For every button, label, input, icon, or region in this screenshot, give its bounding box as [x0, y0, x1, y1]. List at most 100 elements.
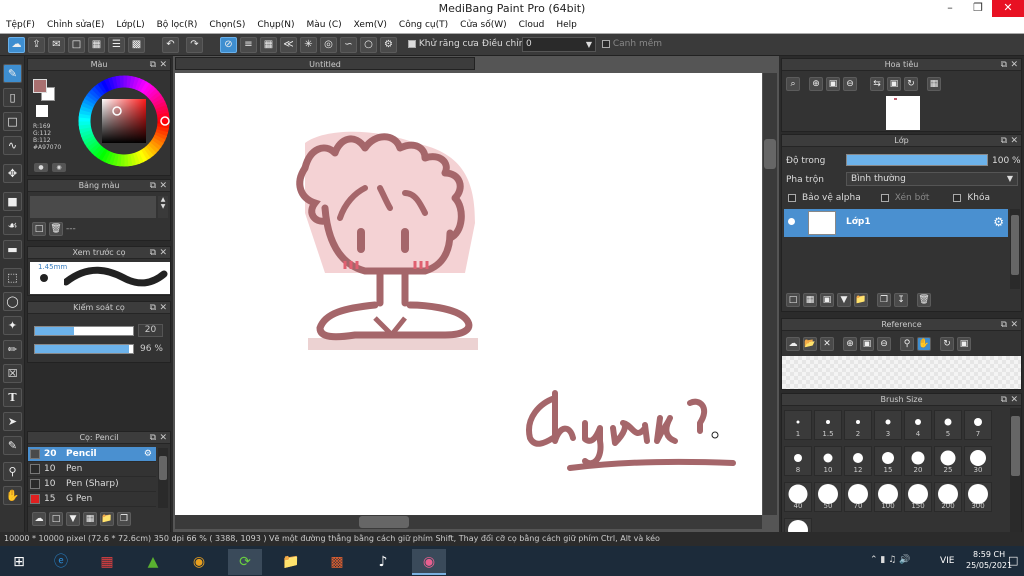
- brush-size-cell[interactable]: 10: [814, 446, 842, 476]
- scroll-thumb[interactable]: [1011, 215, 1019, 275]
- brush-size-cell[interactable]: 30: [964, 446, 992, 476]
- duplicate-icon[interactable]: ❐: [117, 512, 131, 526]
- zoom-out-icon[interactable]: ⊖: [877, 337, 891, 351]
- menu-snap[interactable]: Chụp(N): [251, 20, 300, 30]
- cloud-icon[interactable]: ☁: [786, 337, 800, 351]
- brush-size-cell[interactable]: 1: [784, 410, 812, 440]
- select-pen-tool-icon[interactable]: ✏: [3, 340, 22, 359]
- opacity-slider[interactable]: [34, 344, 134, 354]
- hand-icon[interactable]: ✋: [917, 337, 931, 351]
- new-brush-icon[interactable]: □: [49, 512, 63, 526]
- reference-area[interactable]: [782, 356, 1021, 389]
- brush-item-pen-sharp[interactable]: 10 Pen (Sharp): [28, 477, 156, 492]
- menu-select[interactable]: Chọn(S): [203, 20, 251, 30]
- brush-size-cell[interactable]: 70: [844, 482, 872, 512]
- undock-icon[interactable]: ⧉: [150, 59, 156, 71]
- brush-item-pencil[interactable]: 20 Pencil ⚙: [28, 447, 156, 462]
- lasso-tool-icon[interactable]: ◯: [3, 292, 22, 311]
- clipping-checkbox[interactable]: [880, 194, 889, 202]
- rotate-icon[interactable]: ↻: [940, 337, 954, 351]
- brush-copy-icon[interactable]: ▦: [83, 512, 97, 526]
- tray-icons[interactable]: ⌃ ▮ ♫ 🔊: [870, 555, 910, 565]
- fullscreen-icon[interactable]: ▣: [957, 337, 971, 351]
- gradient-tool-icon[interactable]: ▬: [3, 240, 22, 259]
- new-layer-icon[interactable]: □: [786, 293, 800, 307]
- brush-size-cell[interactable]: 25: [934, 446, 962, 476]
- palette-mode-icon[interactable]: ◉: [52, 163, 66, 172]
- menu-tools[interactable]: Công cụ(T): [393, 20, 454, 30]
- brush-tool-icon[interactable]: ✎: [3, 64, 22, 83]
- snap-off-icon[interactable]: ⊘: [220, 37, 237, 53]
- trash-icon[interactable]: 🗑: [49, 222, 63, 236]
- menu-help[interactable]: Help: [550, 20, 583, 30]
- folder-icon[interactable]: 📁: [854, 293, 868, 307]
- menu-view[interactable]: Xem(V): [348, 20, 393, 30]
- language-indicator[interactable]: VIE: [940, 556, 955, 566]
- nav-settings-icon[interactable]: ▦: [927, 77, 941, 91]
- brush-menu-icon[interactable]: ▼: [66, 512, 80, 526]
- brush-size-cell[interactable]: 8: [784, 446, 812, 476]
- menu-window[interactable]: Cửa số(W): [454, 20, 512, 30]
- canvas-horizontal-scrollbar[interactable]: [175, 515, 762, 529]
- vanish-snap-icon[interactable]: ≪: [280, 37, 297, 53]
- add-layer-menu-icon[interactable]: ▼: [837, 293, 851, 307]
- cloud-brush-icon[interactable]: ☁: [32, 512, 46, 526]
- undock-icon[interactable]: ⧉: [1001, 394, 1007, 406]
- brush-size-cell[interactable]: 2: [844, 410, 872, 440]
- curve-snap-icon[interactable]: ∽: [340, 37, 357, 53]
- close-icon[interactable]: ✕: [159, 59, 167, 71]
- restore-button[interactable]: ❐: [964, 0, 992, 17]
- zoom-actual-icon[interactable]: ▣: [826, 77, 840, 91]
- color-wheel[interactable]: [78, 75, 170, 167]
- brush-item-g-pen[interactable]: 15 G Pen: [28, 492, 156, 507]
- size-slider[interactable]: [34, 326, 134, 336]
- undock-icon[interactable]: ⧉: [150, 180, 156, 192]
- open-folder-icon[interactable]: 📂: [803, 337, 817, 351]
- brush-size-cell[interactable]: 100: [874, 482, 902, 512]
- brush-size-scrollbar[interactable]: [1010, 408, 1021, 532]
- ellipse-snap-icon[interactable]: ○: [360, 37, 377, 53]
- eyedropper-icon[interactable]: ⚲: [900, 337, 914, 351]
- layer-opacity-slider[interactable]: [846, 154, 988, 166]
- canvas-vertical-scrollbar[interactable]: [763, 73, 777, 515]
- flip-icon[interactable]: ⇆: [870, 77, 884, 91]
- transparent-swatch[interactable]: [36, 105, 48, 117]
- new-halftone-layer-icon[interactable]: ▦: [803, 293, 817, 307]
- hue-segment[interactable]: [78, 120, 91, 126]
- zoom-in-icon[interactable]: ⊕: [809, 77, 823, 91]
- merge-layer-icon[interactable]: ↧: [894, 293, 908, 307]
- brush-size-cell[interactable]: 7: [964, 410, 992, 440]
- close-reference-icon[interactable]: ✕: [820, 337, 834, 351]
- fit-window-icon[interactable]: ▣: [887, 77, 901, 91]
- document-icon[interactable]: □: [68, 37, 85, 53]
- scroll-thumb[interactable]: [1011, 416, 1020, 476]
- rotate-icon[interactable]: ↻: [904, 77, 918, 91]
- lock-checkbox[interactable]: [953, 194, 962, 202]
- internet-explorer-icon[interactable]: ⓔ: [44, 549, 78, 575]
- brush-size-cell[interactable]: 4: [904, 410, 932, 440]
- shape-tool-icon[interactable]: □: [3, 112, 22, 131]
- menu-layer[interactable]: Lớp(L): [110, 20, 150, 30]
- eyedropper-tool-icon[interactable]: ⚲: [3, 462, 22, 481]
- scroll-thumb[interactable]: [159, 456, 167, 480]
- hand-tool-icon[interactable]: ✋: [3, 486, 22, 505]
- grid-icon[interactable]: ▩: [128, 37, 145, 53]
- brush-size-cell[interactable]: 12: [844, 446, 872, 476]
- windows-start-icon[interactable]: ⊞: [2, 549, 36, 575]
- brush-size-cell[interactable]: 50: [814, 482, 842, 512]
- close-button[interactable]: ✕: [992, 0, 1024, 17]
- brush-size-cell[interactable]: 5: [934, 410, 962, 440]
- zoom-out-icon[interactable]: ⊖: [843, 77, 857, 91]
- drawing-canvas[interactable]: [175, 73, 762, 515]
- file-explorer-icon[interactable]: 📁: [274, 549, 308, 575]
- brush-size-cell[interactable]: 15: [874, 446, 902, 476]
- close-icon[interactable]: ✕: [1010, 319, 1018, 331]
- radial-snap-icon[interactable]: ✳: [300, 37, 317, 53]
- layer-scrollbar[interactable]: [1010, 209, 1020, 289]
- powerpoint-icon[interactable]: ▩: [320, 549, 354, 575]
- smooth-checkbox[interactable]: [602, 39, 610, 48]
- close-icon[interactable]: ✕: [1010, 59, 1018, 71]
- undock-icon[interactable]: ⧉: [150, 432, 156, 444]
- hue-segment[interactable]: [119, 75, 125, 88]
- close-icon[interactable]: ✕: [159, 302, 167, 314]
